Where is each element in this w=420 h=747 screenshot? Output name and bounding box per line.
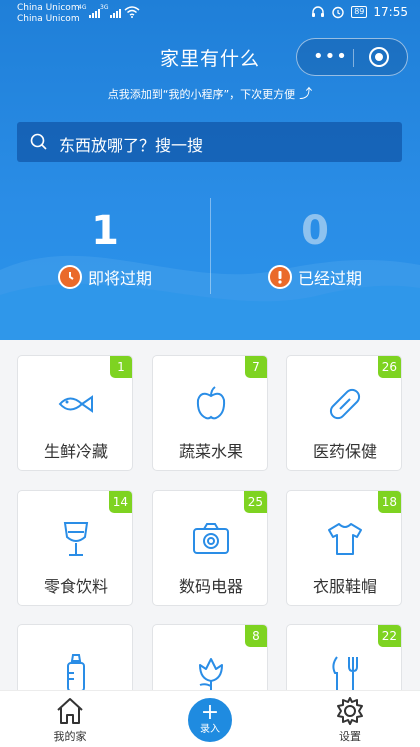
- expiring-stat[interactable]: 1 即将过期: [0, 205, 210, 289]
- category-name: 零食饮料: [43, 577, 108, 596]
- category-name: 蔬菜水果: [178, 442, 243, 461]
- category-count: 22: [377, 625, 401, 647]
- clock-time: 17:55: [373, 5, 408, 19]
- expired-stat[interactable]: 0 已经过期: [210, 205, 420, 289]
- signal-icon-2: [110, 9, 121, 18]
- carrier-2: China Unicom: [17, 14, 80, 24]
- category-card[interactable]: 25 数码电器: [152, 490, 268, 606]
- search-placeholder: 东西放哪了？搜一搜: [59, 136, 204, 155]
- gear-icon: [337, 697, 363, 725]
- alarm-icon: [332, 6, 344, 19]
- add-item-button[interactable]: + 录入: [186, 696, 234, 744]
- expiring-count: 1: [91, 208, 119, 254]
- pill-icon: [329, 388, 361, 420]
- category-name: 衣服鞋帽: [312, 577, 377, 596]
- category-card[interactable]: 14 零食饮料: [17, 490, 133, 606]
- category-count: 26: [377, 356, 401, 378]
- status-bar: China Unicom China Unicom 4G 3G 89 17:55: [0, 0, 420, 30]
- add-item-label: 录入: [200, 724, 220, 735]
- expired-count: 0: [301, 208, 329, 254]
- header-banner: China Unicom China Unicom 4G 3G 89 17:55…: [0, 0, 420, 340]
- category-name: 医药保健: [312, 442, 377, 461]
- tab-home[interactable]: 我的家: [30, 696, 110, 744]
- more-dots-icon[interactable]: •••: [313, 48, 348, 66]
- category-card[interactable]: 1 生鲜冷藏: [17, 355, 133, 471]
- category-count: 25: [243, 491, 267, 513]
- category-name: 数码电器: [178, 577, 243, 596]
- fish-icon: [58, 395, 93, 413]
- battery-level: 89: [351, 6, 368, 18]
- target-icon[interactable]: [369, 47, 389, 67]
- category-card[interactable]: 18 衣服鞋帽: [286, 490, 402, 606]
- signal-icon: [89, 9, 100, 18]
- tab-home-label: 我的家: [53, 730, 87, 743]
- category-count: 14: [108, 491, 132, 513]
- category-count: 1: [110, 356, 132, 378]
- carrier-label: China Unicom China Unicom: [17, 3, 80, 25]
- tshirt-icon: [328, 523, 362, 555]
- baby-bottle-icon: [67, 654, 85, 692]
- mini-program-capsule: •••: [296, 38, 408, 76]
- expiring-label: 即将过期: [87, 269, 152, 288]
- category-count: 8: [245, 625, 267, 647]
- apple-icon: [196, 386, 226, 420]
- hint-text: 点我添加到“我的小程序”，下次更方便: [107, 88, 296, 101]
- home-icon: [57, 698, 83, 724]
- category-card[interactable]: 7 蔬菜水果: [152, 355, 268, 471]
- arrow-up-icon: ⤴: [299, 87, 313, 102]
- category-count: 7: [245, 356, 267, 378]
- plus-icon: +: [200, 700, 220, 725]
- capsule-divider: [353, 49, 354, 67]
- headphone-icon: [312, 6, 325, 17]
- wine-glass-icon: [63, 522, 89, 556]
- flower-icon: [199, 658, 223, 691]
- wifi-icon: [124, 6, 140, 18]
- tab-settings-label: 设置: [339, 730, 361, 743]
- add-to-mini-program-hint[interactable]: 点我添加到“我的小程序”，下次更方便 ⤴: [0, 83, 420, 102]
- expired-label: 已经过期: [297, 269, 362, 288]
- status-right: 89 17:55: [311, 5, 408, 19]
- category-count: 18: [377, 491, 401, 513]
- exclamation-icon: [267, 265, 292, 289]
- category-name: 生鲜冷藏: [43, 442, 108, 461]
- search-icon: [30, 133, 47, 150]
- network-type-1: 4G: [78, 4, 87, 11]
- tab-settings[interactable]: 设置: [310, 696, 390, 744]
- network-type-2: 3G: [100, 4, 109, 11]
- carrier-1: China Unicom: [17, 3, 80, 13]
- cutlery-icon: [332, 656, 358, 691]
- search-bar[interactable]: 东西放哪了？搜一搜: [17, 122, 402, 162]
- clock-icon: [57, 265, 82, 289]
- category-card[interactable]: 26 医药保健: [286, 355, 402, 471]
- camera-icon: [193, 523, 229, 554]
